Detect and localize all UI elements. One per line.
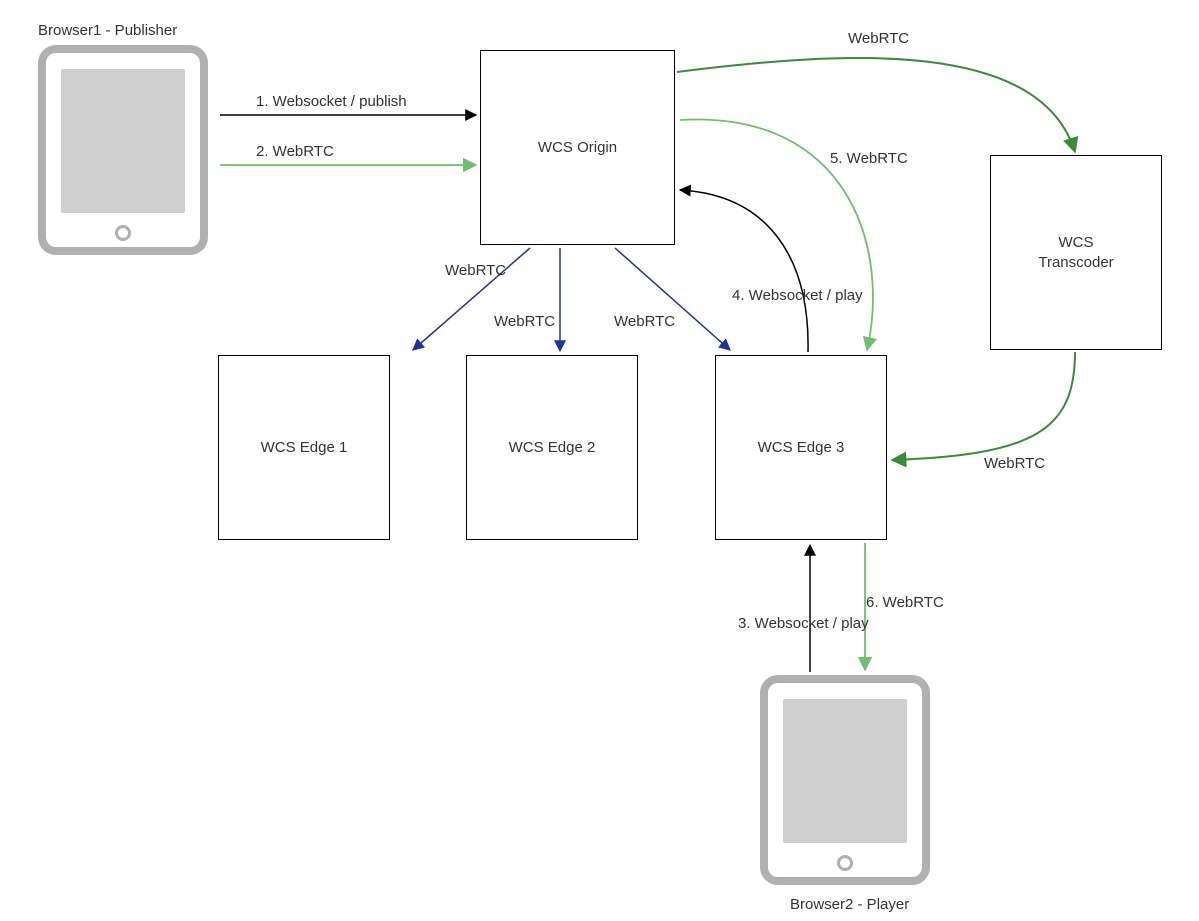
label-play-ws: 3. Websocket / play xyxy=(738,615,869,632)
label-origin-edge1: WebRTC xyxy=(445,262,506,279)
node-wcs-origin-label: WCS Origin xyxy=(538,138,617,158)
player-device-icon xyxy=(760,675,930,885)
label-pub-webrtc: 2. WebRTC xyxy=(256,143,334,160)
label-trans-edge3: WebRTC xyxy=(984,455,1045,472)
label-origin-edge3g: 5. WebRTC xyxy=(830,150,908,167)
node-wcs-transcoder: WCS Transcoder xyxy=(990,155,1162,350)
player-label: Browser2 - Player xyxy=(790,896,909,913)
node-wcs-edge3: WCS Edge 3 xyxy=(715,355,887,540)
arrow-origin-edge3 xyxy=(615,248,730,350)
label-pub-ws: 1. Websocket / publish xyxy=(256,93,407,110)
arrow-transcoder-edge3 xyxy=(892,352,1075,460)
label-origin-edge3: WebRTC xyxy=(614,313,675,330)
publisher-label: Browser1 - Publisher xyxy=(38,22,177,39)
publisher-device-icon xyxy=(38,45,208,255)
node-wcs-transcoder-label: WCS Transcoder xyxy=(1038,233,1113,272)
node-wcs-edge3-label: WCS Edge 3 xyxy=(758,438,845,458)
label-origin-trans: WebRTC xyxy=(848,30,909,47)
label-edge3-ws: 4. Websocket / play xyxy=(732,287,863,304)
label-edge3-player: 6. WebRTC xyxy=(866,594,944,611)
node-wcs-edge2: WCS Edge 2 xyxy=(466,355,638,540)
node-wcs-edge2-label: WCS Edge 2 xyxy=(509,438,596,458)
node-wcs-edge1: WCS Edge 1 xyxy=(218,355,390,540)
diagram-stage: { "devices": { "publisher": { "label": "… xyxy=(0,0,1199,921)
arrow-edge3-origin-ws xyxy=(680,190,808,352)
node-wcs-edge1-label: WCS Edge 1 xyxy=(261,438,348,458)
label-origin-edge2: WebRTC xyxy=(494,313,555,330)
node-wcs-origin: WCS Origin xyxy=(480,50,675,245)
arrow-origin-transcoder xyxy=(677,58,1075,152)
